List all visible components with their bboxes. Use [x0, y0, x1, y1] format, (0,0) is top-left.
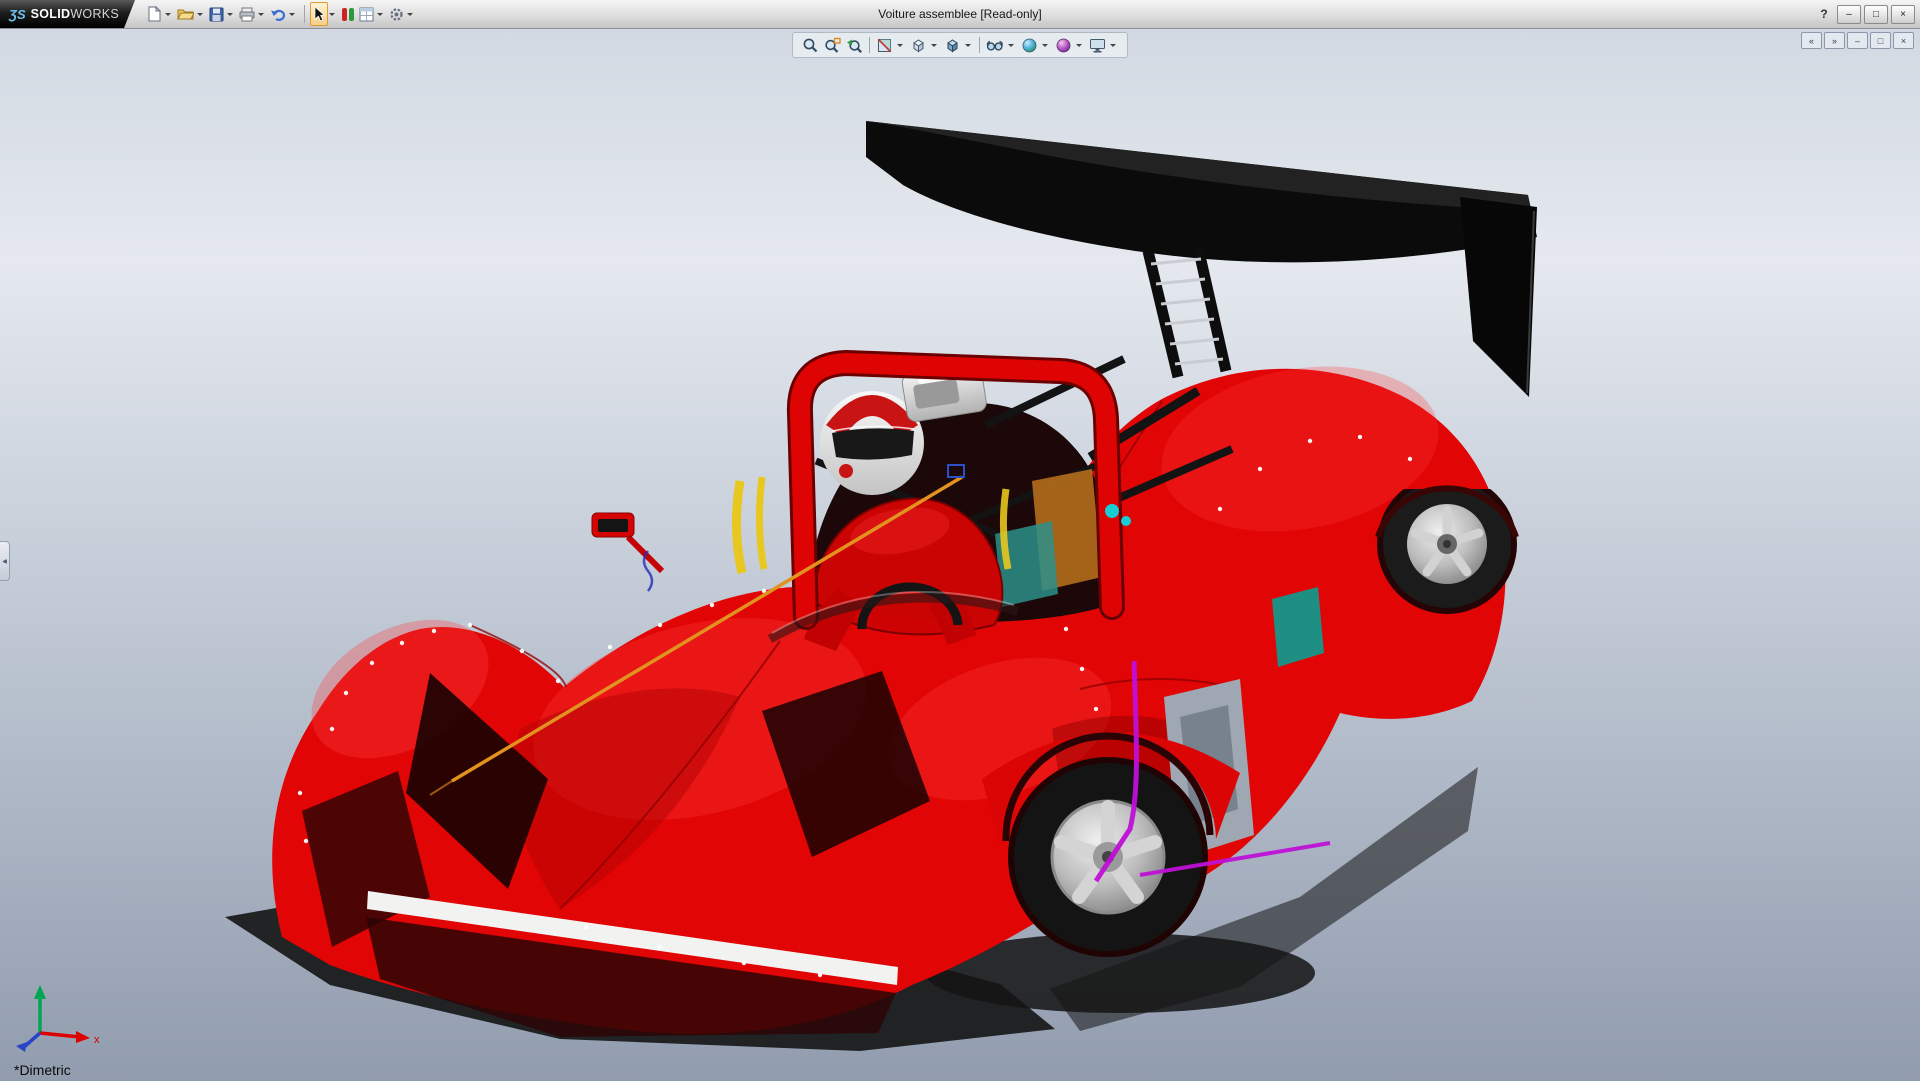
save-button[interactable]	[207, 3, 226, 25]
minimize-window-button[interactable]: –	[1837, 5, 1861, 24]
open-folder-icon	[177, 7, 194, 21]
hide-show-items-button[interactable]	[984, 35, 1006, 55]
options-gear-icon	[389, 7, 404, 22]
options-caret[interactable]	[407, 13, 413, 16]
minimize-document-button[interactable]: –	[1847, 32, 1868, 49]
display-style-icon	[944, 37, 961, 54]
view-orientation-cube-icon	[910, 37, 927, 54]
view-settings-caret[interactable]	[1110, 44, 1116, 47]
apply-scene-sphere-icon	[1055, 37, 1072, 54]
display-style-button[interactable]	[942, 35, 963, 55]
new-document-icon	[147, 6, 162, 22]
zoom-to-fit-button[interactable]	[800, 35, 821, 55]
open-button[interactable]	[175, 3, 196, 25]
display-style-caret[interactable]	[965, 44, 971, 47]
undo-caret[interactable]	[289, 13, 295, 16]
ds-logo-icon: ƷS	[9, 7, 26, 22]
collapse-left-button[interactable]: «	[1801, 32, 1822, 49]
rebuild-icon	[341, 7, 355, 22]
select-cursor-icon	[313, 6, 325, 22]
restore-window-button[interactable]: □	[1864, 5, 1888, 24]
close-document-button[interactable]: ×	[1893, 32, 1914, 49]
undo-arrow-icon	[270, 7, 286, 21]
view-orientation-label: *Dimetric	[14, 1062, 71, 1078]
brand-primary: SOLID	[31, 7, 71, 21]
previous-view-button[interactable]	[844, 35, 865, 55]
apply-scene-button[interactable]	[1053, 35, 1074, 55]
task-pane-collapse-tab[interactable]: ◀	[0, 541, 10, 581]
triad-y-axis	[34, 985, 46, 999]
model-scene[interactable]: x	[0, 29, 1920, 1081]
apply-scene-caret[interactable]	[1076, 44, 1082, 47]
hide-show-items-caret[interactable]	[1008, 44, 1014, 47]
titlebar: ƷS SOLID WORKS	[0, 0, 1920, 29]
triad-x-label: x	[94, 1034, 100, 1046]
hide-show-glasses-icon	[986, 37, 1004, 54]
side-mirror[interactable]	[592, 513, 662, 571]
edit-appearance-button[interactable]	[1019, 35, 1040, 55]
restore-document-button[interactable]: □	[1870, 32, 1891, 49]
file-properties-button[interactable]	[357, 3, 376, 25]
view-settings-monitor-icon	[1089, 37, 1106, 54]
wing-support-struts[interactable]	[1148, 247, 1226, 377]
viewport-canvas[interactable]: x	[0, 29, 1920, 1081]
undo-button[interactable]	[268, 3, 288, 25]
view-orientation-caret[interactable]	[931, 44, 937, 47]
rear-right-wheel[interactable]	[1377, 474, 1517, 614]
select-tool-caret[interactable]	[329, 13, 335, 16]
zoom-to-area-icon	[824, 37, 841, 54]
save-caret[interactable]	[227, 13, 233, 16]
new-document-button[interactable]	[145, 3, 164, 25]
previous-view-icon	[846, 37, 863, 54]
open-caret[interactable]	[197, 13, 203, 16]
file-properties-caret[interactable]	[377, 13, 383, 16]
triad-z-axis	[16, 1042, 27, 1052]
select-tool-button[interactable]	[310, 2, 328, 26]
help-button[interactable]: ?	[1814, 7, 1834, 21]
options-button[interactable]	[387, 3, 406, 25]
zoom-to-fit-icon	[802, 37, 819, 54]
edit-appearance-caret[interactable]	[1042, 44, 1048, 47]
rebuild-button[interactable]	[339, 3, 357, 25]
helmet-visor	[832, 428, 914, 459]
save-disk-icon	[209, 7, 224, 22]
print-caret[interactable]	[258, 13, 264, 16]
triad-x-axis	[76, 1031, 90, 1043]
toolbar-separator	[304, 5, 305, 23]
file-properties-icon	[359, 7, 374, 22]
edit-appearance-sphere-icon	[1021, 37, 1038, 54]
document-window-controls: « » – □ ×	[1801, 32, 1914, 49]
brand-secondary: WORKS	[70, 7, 119, 21]
section-view-caret[interactable]	[897, 44, 903, 47]
headsup-separator	[869, 37, 870, 53]
zoom-to-area-button[interactable]	[822, 35, 843, 55]
close-window-button[interactable]: ×	[1891, 5, 1915, 24]
printer-icon	[239, 7, 255, 22]
main-toolbar	[145, 2, 417, 26]
section-view-icon	[876, 37, 893, 54]
window-controls: ? – □ ×	[1814, 5, 1920, 24]
new-document-caret[interactable]	[165, 13, 171, 16]
orientation-triad: x	[16, 985, 100, 1052]
solidworks-logo: ƷS SOLID WORKS	[0, 0, 135, 28]
headsup-separator-2	[979, 37, 980, 53]
headsup-view-toolbar	[792, 32, 1128, 58]
view-settings-button[interactable]	[1087, 35, 1108, 55]
section-view-button[interactable]	[874, 35, 895, 55]
teal-side-panel[interactable]	[1272, 587, 1324, 667]
print-button[interactable]	[237, 3, 257, 25]
view-orientation-button[interactable]	[908, 35, 929, 55]
collapse-right-button[interactable]: »	[1824, 32, 1845, 49]
